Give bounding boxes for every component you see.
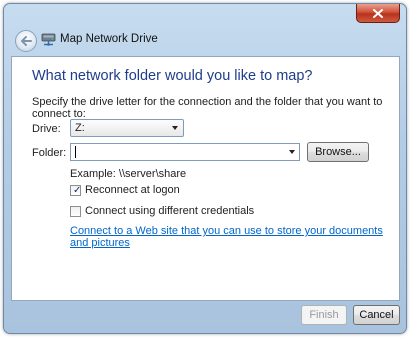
text-caret [75,146,76,158]
example-text: Example: \\server\share [70,168,187,180]
close-icon [373,8,383,18]
page-heading: What network folder would you like to ma… [32,68,313,84]
dialog-content: What network folder would you like to ma… [11,56,400,301]
credentials-row[interactable]: Connect using different credentials [70,205,254,217]
drive-select[interactable]: Z: [70,119,184,137]
network-drive-icon [41,33,56,46]
instruction-text: Specify the drive letter for the connect… [32,96,383,120]
web-site-link[interactable]: Connect to a Web site that you can use t… [70,225,399,249]
chevron-down-icon [172,126,178,130]
close-button[interactable] [356,4,400,23]
reconnect-label: Reconnect at logon [85,184,180,196]
back-button[interactable] [15,30,37,52]
reconnect-checkbox[interactable]: ✓ [70,184,82,196]
folder-dropdown-chevron-icon[interactable] [289,150,295,154]
dialog-footer: Finish Cancel [11,299,400,329]
cancel-button[interactable]: Cancel [353,305,400,325]
window-title: Map Network Drive [60,33,158,45]
reconnect-row[interactable]: ✓ Reconnect at logon [70,184,180,196]
map-network-drive-window: Map Network Drive What network folder wo… [3,3,407,334]
folder-input[interactable] [73,145,287,159]
back-arrow-icon [21,36,32,46]
drive-select-value: Z: [75,122,85,134]
title-bar: Map Network Drive [4,4,406,56]
different-credentials-label: Connect using different credentials [85,205,255,217]
checkmark-icon: ✓ [73,184,82,196]
folder-label: Folder: [32,147,67,159]
drive-label: Drive: [32,123,61,135]
different-credentials-checkbox[interactable] [70,205,81,217]
browse-button[interactable]: Browse... [307,142,369,162]
folder-combobox[interactable] [70,143,300,161]
finish-button[interactable]: Finish [301,305,347,325]
